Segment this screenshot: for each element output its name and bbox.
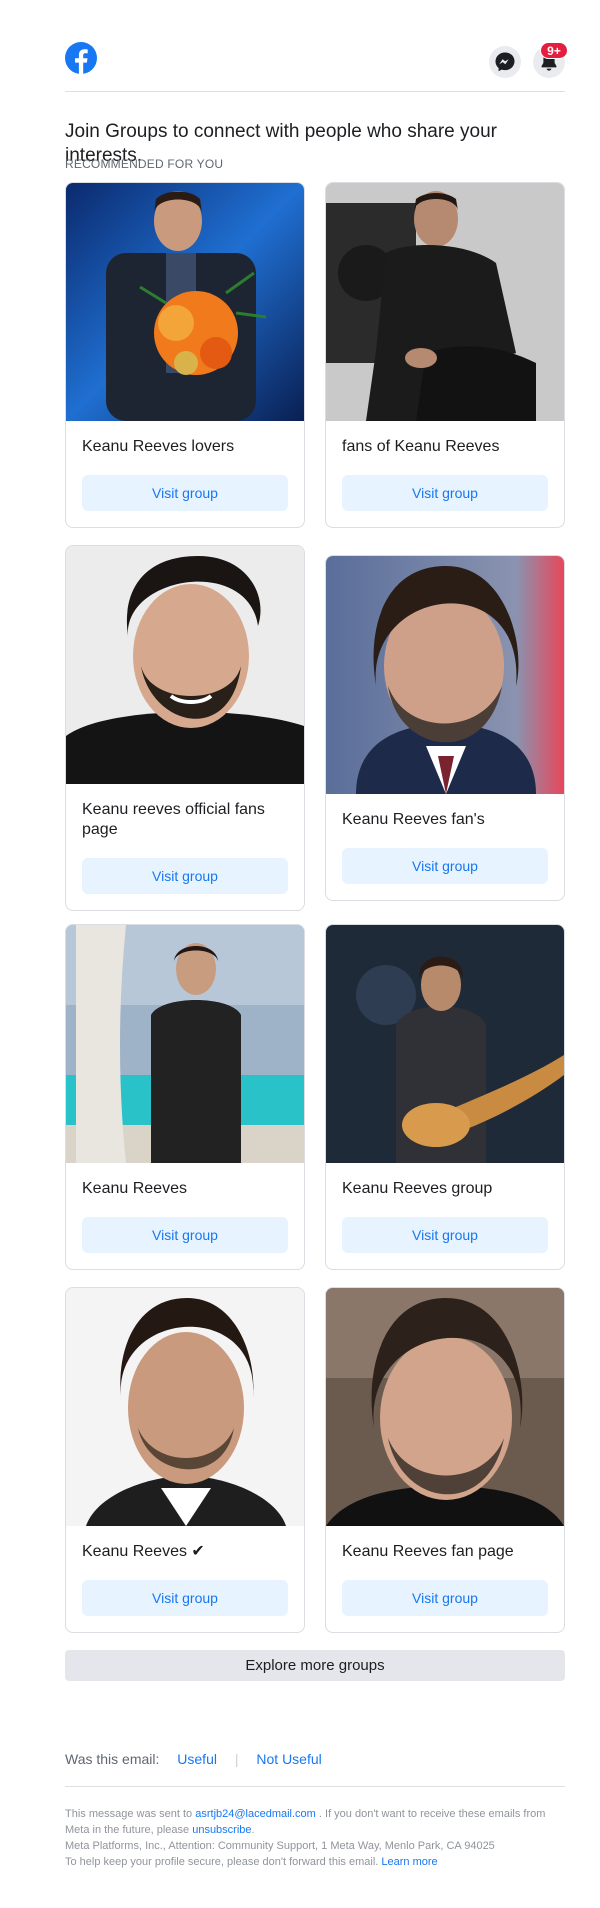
group-photo[interactable] bbox=[66, 546, 304, 784]
group-photo[interactable] bbox=[326, 556, 564, 794]
visit-group-button[interactable]: Visit group bbox=[82, 1580, 288, 1616]
group-name[interactable]: Keanu Reeves bbox=[66, 1163, 304, 1199]
visit-group-button[interactable]: Visit group bbox=[342, 848, 548, 884]
visit-group-button[interactable]: Visit group bbox=[82, 475, 288, 511]
visit-group-button[interactable]: Visit group bbox=[342, 1217, 548, 1253]
footer-text: This message was sent to bbox=[65, 1808, 193, 1820]
group-name[interactable]: Keanu Reeves group bbox=[326, 1163, 564, 1199]
group-photo[interactable] bbox=[66, 925, 304, 1163]
messenger-icon[interactable] bbox=[489, 46, 521, 78]
footer-security: To help keep your profile secure, please… bbox=[65, 1854, 565, 1870]
group-photo[interactable] bbox=[326, 925, 564, 1163]
visit-group-button[interactable]: Visit group bbox=[82, 1217, 288, 1253]
recipient-email-link[interactable]: asrtjb24@lacedmail.com bbox=[195, 1808, 316, 1820]
group-name[interactable]: Keanu reeves official fans page bbox=[66, 784, 304, 840]
feedback-row: Was this email: Useful | Not Useful bbox=[65, 1751, 565, 1787]
feedback-separator: | bbox=[234, 1751, 239, 1767]
footer-text: . bbox=[251, 1824, 255, 1836]
group-name[interactable]: Keanu Reeves fan page bbox=[326, 1526, 564, 1562]
group-photo[interactable] bbox=[326, 1288, 564, 1526]
explore-more-groups-button[interactable]: Explore more groups bbox=[65, 1650, 565, 1681]
group-card[interactable]: fans of Keanu Reeves Visit group bbox=[325, 182, 565, 528]
group-name[interactable]: Keanu Reeves ✔ bbox=[66, 1526, 304, 1562]
group-card[interactable]: Keanu Reeves Visit group bbox=[65, 924, 305, 1270]
group-name[interactable]: fans of Keanu Reeves bbox=[326, 421, 564, 457]
group-card[interactable]: Keanu Reeves ✔ Visit group bbox=[65, 1287, 305, 1633]
group-photo[interactable] bbox=[66, 183, 304, 421]
group-name[interactable]: Keanu Reeves lovers bbox=[66, 421, 304, 457]
visit-group-button[interactable]: Visit group bbox=[82, 858, 288, 894]
group-name[interactable]: Keanu Reeves fan's bbox=[326, 794, 564, 830]
footer-address: Meta Platforms, Inc., Attention: Communi… bbox=[65, 1840, 495, 1852]
footer-notice: This message was sent to asrtjb24@lacedm… bbox=[65, 1806, 565, 1838]
learn-more-link[interactable]: Learn more bbox=[381, 1856, 437, 1868]
group-card[interactable]: Keanu Reeves lovers Visit group bbox=[65, 182, 305, 528]
facebook-logo-icon[interactable] bbox=[65, 42, 97, 74]
visit-group-button[interactable]: Visit group bbox=[342, 1580, 548, 1616]
section-label: RECOMMENDED FOR YOU bbox=[65, 157, 224, 171]
email-header: 9+ bbox=[65, 42, 568, 92]
visit-group-button[interactable]: Visit group bbox=[342, 475, 548, 511]
not-useful-link[interactable]: Not Useful bbox=[256, 1751, 321, 1767]
group-card[interactable]: Keanu reeves official fans page Visit gr… bbox=[65, 545, 305, 911]
email-footer: This message was sent to asrtjb24@lacedm… bbox=[65, 1806, 565, 1870]
useful-link[interactable]: Useful bbox=[177, 1751, 217, 1767]
group-card[interactable]: Keanu Reeves fan's Visit group bbox=[325, 555, 565, 901]
footer-text: To help keep your profile secure, please… bbox=[65, 1856, 379, 1868]
group-photo[interactable] bbox=[66, 1288, 304, 1526]
group-card[interactable]: Keanu Reeves group Visit group bbox=[325, 924, 565, 1270]
notification-badge: 9+ bbox=[540, 42, 568, 59]
group-photo[interactable] bbox=[326, 183, 564, 421]
unsubscribe-link[interactable]: unsubscribe bbox=[192, 1824, 251, 1836]
feedback-question: Was this email: bbox=[65, 1751, 160, 1767]
group-card[interactable]: Keanu Reeves fan page Visit group bbox=[325, 1287, 565, 1633]
